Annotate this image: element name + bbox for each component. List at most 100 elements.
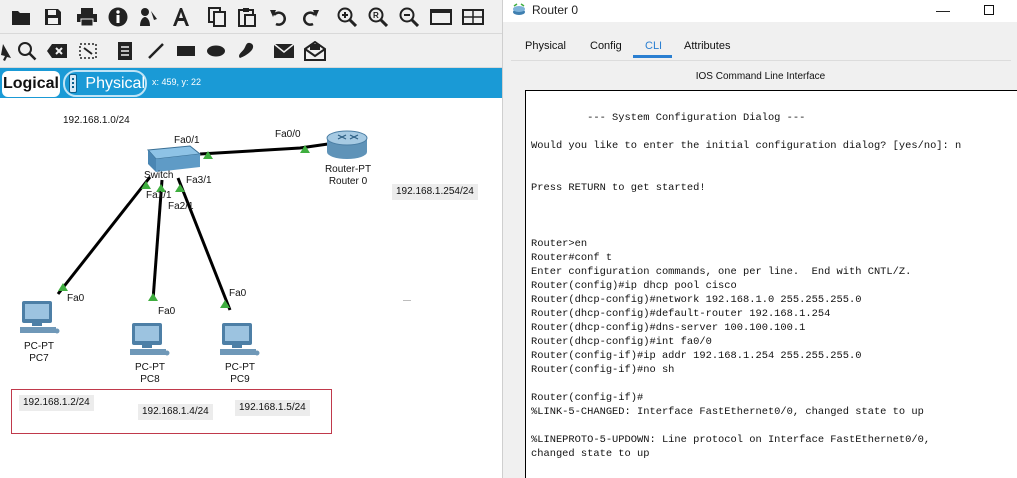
pc9-port-label: Fa0	[229, 288, 247, 299]
switch-port-fa3-1: Fa3/1	[186, 175, 212, 186]
terminal-line: Router(dhcp-config)#dns-server 100.100.1…	[531, 322, 806, 334]
router-name: Router 0	[328, 176, 368, 187]
router-label[interactable]: Router-PT Router 0	[318, 164, 378, 188]
screen: R Logical Physical x: 459, y: 22 192.168…	[0, 0, 1017, 478]
gateway-address-label: 192.168.1.254/24	[392, 184, 478, 200]
tab-cli[interactable]: CLI	[645, 40, 662, 52]
note-icon[interactable]	[112, 38, 138, 64]
cli-header: IOS Command Line Interface	[695, 71, 826, 82]
terminal-line: Router#conf t	[531, 252, 613, 264]
tab-divider	[511, 60, 1011, 61]
zoom-out-icon[interactable]	[396, 4, 422, 30]
pc9-model: PC-PT	[225, 362, 255, 373]
router-model: Router-PT	[324, 164, 372, 175]
edit-toolbar	[0, 34, 502, 68]
pc7-port-label: Fa0	[67, 293, 85, 304]
pc8-port-label: Fa0	[158, 306, 176, 317]
zoom-in-icon[interactable]	[334, 4, 360, 30]
freeform-icon[interactable]	[233, 38, 259, 64]
tab-physical[interactable]: Physical	[525, 40, 566, 52]
terminal-line: Router(config-if)#	[531, 392, 644, 404]
physical-view-button[interactable]: Physical	[63, 70, 147, 97]
open-folder-icon[interactable]	[8, 4, 34, 30]
logical-topology-canvas[interactable]: 192.168.1.0/24 192.168.1.254/24 Fa0/1 Fa…	[0, 98, 502, 478]
terminal-line: Would you like to enter the initial conf…	[531, 140, 962, 152]
paste-icon[interactable]	[234, 4, 260, 30]
svg-text:R: R	[373, 11, 379, 20]
draw-a-icon[interactable]	[168, 4, 194, 30]
packet-tracer-workspace: R Logical Physical x: 459, y: 22 192.168…	[0, 0, 502, 478]
switch-name-label: Switch	[144, 170, 174, 181]
search-icon[interactable]	[14, 38, 40, 64]
pc-icon-pc9	[220, 323, 260, 356]
redo-icon[interactable]	[297, 4, 323, 30]
activity-wizard-icon[interactable]	[136, 4, 162, 30]
switch-port-fa0-1: Fa0/1	[174, 135, 200, 146]
main-toolbar: R	[0, 0, 502, 34]
save-icon[interactable]	[40, 4, 66, 30]
tab-config[interactable]: Config	[590, 40, 622, 52]
router-icon	[326, 130, 368, 159]
pc8-model: PC-PT	[135, 362, 165, 373]
terminal-output: --- System Configuration Dialog --- Would…	[531, 111, 961, 461]
terminal-line: %LINK-5-CHANGED: Interface FastEthernet0…	[531, 406, 924, 418]
pc8-name: PC8	[140, 374, 160, 385]
print-icon[interactable]	[74, 4, 100, 30]
pc-icon-pc8	[130, 323, 170, 356]
pc9-name: PC9	[230, 374, 250, 385]
add-pdu-icon[interactable]	[271, 38, 297, 64]
window-titlebar[interactable]: Router 0 —	[503, 0, 1017, 22]
terminal-line: Press RETURN to get started!	[531, 182, 706, 194]
view-bar: Logical Physical x: 459, y: 22	[0, 68, 502, 98]
minimize-button[interactable]: —	[933, 1, 953, 19]
maximize-button[interactable]	[979, 1, 999, 19]
link-up-indicator	[148, 293, 158, 301]
delete-icon[interactable]	[44, 38, 70, 64]
logical-view-button[interactable]: Logical	[2, 71, 60, 97]
terminal-line: changed state to up	[531, 448, 650, 460]
undo-icon[interactable]	[266, 4, 292, 30]
rack-icon	[69, 74, 78, 93]
network-address-label: 192.168.1.0/24	[63, 115, 130, 126]
pc7-ip-label: 192.168.1.2/24	[19, 395, 94, 411]
complex-pdu-icon[interactable]	[302, 38, 328, 64]
line-icon[interactable]	[143, 38, 169, 64]
window-icon[interactable]	[428, 4, 454, 30]
pc7-model: PC-PT	[24, 341, 54, 352]
physical-view-label: Physical	[85, 74, 145, 92]
switch-port-fa2-1: Fa2/1	[168, 201, 194, 212]
tab-attributes[interactable]: Attributes	[684, 40, 730, 52]
active-tab-indicator	[633, 55, 672, 58]
ellipse-icon[interactable]	[203, 38, 229, 64]
pc7-label[interactable]: PC-PT PC7	[14, 341, 64, 365]
resize-icon[interactable]	[75, 38, 101, 64]
packet-tracer-app-icon	[512, 3, 526, 22]
terminal-line: Router(dhcp-config)#network 192.168.1.0 …	[531, 294, 862, 306]
maximize-icon	[984, 5, 994, 15]
pc9-ip-label: 192.168.1.5/24	[235, 400, 310, 416]
terminal-line: Router(dhcp-config)#default-router 192.1…	[531, 308, 831, 320]
pc-icon-pc7	[20, 301, 60, 334]
rectangle-icon[interactable]	[173, 38, 199, 64]
grid-icon[interactable]	[460, 4, 486, 30]
info-icon[interactable]	[105, 4, 131, 30]
terminal-line: Router>en	[531, 238, 588, 250]
window-title: Router 0	[532, 3, 579, 17]
terminal-line: Router(dhcp-config)#int fa0/0	[531, 336, 712, 348]
cli-terminal[interactable]: --- System Configuration Dialog --- Would…	[525, 90, 1017, 478]
router-window: Router 0 — Physical Config CLI Attribute…	[502, 0, 1017, 478]
pc8-ip-label: 192.168.1.4/24	[138, 404, 213, 420]
pc9-label[interactable]: PC-PT PC9	[215, 362, 265, 386]
zoom-reset-icon[interactable]: R	[365, 4, 391, 30]
terminal-line: Router(config-if)#no sh	[531, 364, 675, 376]
copy-icon[interactable]	[204, 4, 230, 30]
pc8-label[interactable]: PC-PT PC8	[125, 362, 175, 386]
